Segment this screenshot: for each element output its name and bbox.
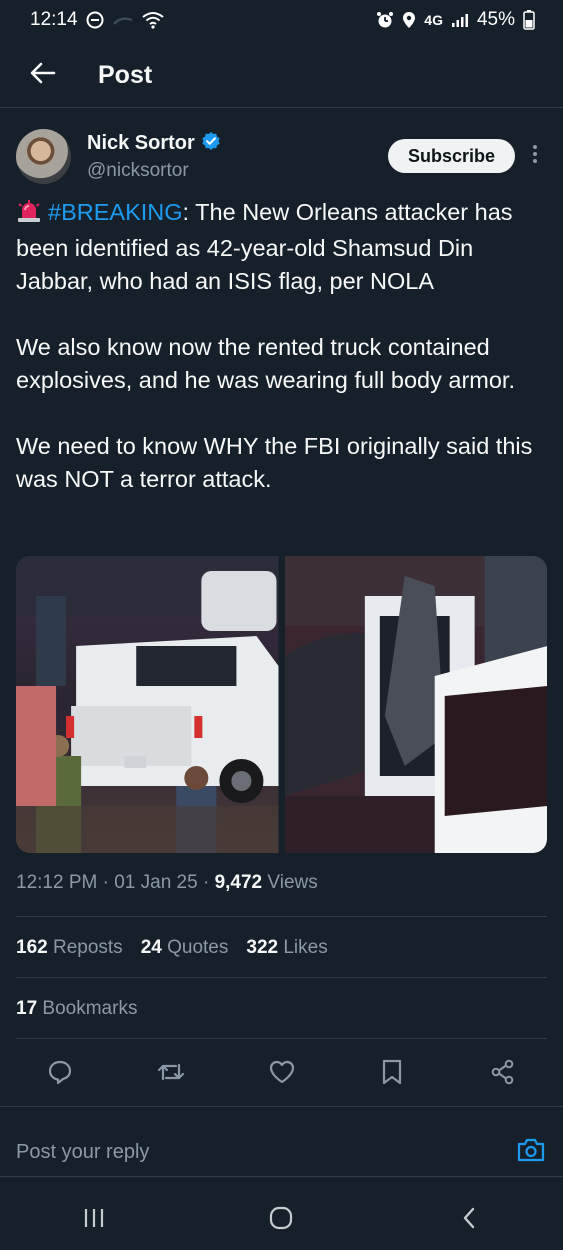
quotes-stat[interactable]: 24 Quotes (141, 937, 229, 959)
bookmarks-label: Bookmarks (42, 998, 138, 1019)
quotes-label: Quotes (167, 937, 229, 958)
divider (16, 916, 547, 917)
wifi-icon (141, 11, 164, 29)
engagement-stats: 162 Reposts 24 Quotes 322 Likes (16, 937, 328, 959)
status-time: 12:14 (30, 9, 78, 30)
reposts-count: 162 (16, 937, 48, 958)
status-bar: 12:14 4G 45% (0, 0, 563, 40)
signal-icon (112, 12, 134, 28)
system-back-button[interactable] (434, 1195, 504, 1245)
reply-icon (47, 1059, 73, 1090)
network-type: 4G (424, 12, 443, 28)
page-title: Post (98, 61, 153, 89)
reply-button[interactable] (44, 1058, 76, 1090)
siren-icon (16, 199, 42, 232)
tweet-paragraph-2: We also know now the rented truck contai… (16, 334, 515, 393)
battery-icon (523, 10, 535, 30)
likes-count: 322 (246, 937, 279, 958)
tweet-paragraph-3: We need to know WHY the FBI originally s… (16, 433, 533, 492)
share-button[interactable] (487, 1058, 519, 1090)
reposts-stat[interactable]: 162 Reposts (16, 937, 123, 959)
home-icon (268, 1205, 294, 1236)
recents-button[interactable] (59, 1195, 129, 1245)
tweet-paragraph-1: #BREAKING: The New Orleans attacker has … (16, 196, 548, 298)
bookmarks-count: 17 (16, 998, 38, 1019)
bookmarks-stat[interactable]: 17 Bookmarks (16, 998, 137, 1020)
likes-label: Likes (283, 937, 328, 958)
bookmark-button[interactable] (376, 1058, 408, 1090)
do-not-disturb-icon (86, 11, 104, 29)
cell-signal-icon (451, 12, 469, 28)
battery-percent: 45% (476, 9, 515, 30)
hashtag-link[interactable]: #BREAKING (48, 199, 183, 225)
divider (0, 1106, 563, 1107)
more-vertical-icon (532, 144, 538, 169)
media-photo-2[interactable] (284, 556, 547, 853)
meta-separator: · (102, 872, 109, 893)
subscribe-button[interactable]: Subscribe (387, 139, 515, 173)
divider (16, 977, 547, 978)
recents-icon (82, 1207, 106, 1234)
heart-icon (268, 1059, 296, 1090)
bookmark-icon (381, 1059, 403, 1090)
views-count: 9,472 (214, 872, 263, 893)
share-icon (490, 1059, 516, 1090)
reply-input[interactable] (16, 1140, 456, 1164)
action-bar (16, 1050, 547, 1098)
tweet-body: #BREAKING: The New Orleans attacker has … (16, 196, 548, 529)
meta-separator: · (202, 872, 210, 893)
tweet-meta: 12:12 PM · 01 Jan 25 · 9,472 Views (16, 872, 318, 894)
avatar[interactable] (16, 128, 71, 184)
bookmarks-stats: 17 Bookmarks (16, 998, 137, 1020)
repost-icon (157, 1059, 185, 1090)
quotes-count: 24 (140, 937, 162, 958)
author-handle[interactable]: @nicksortor (87, 160, 388, 182)
media-photo-1[interactable] (16, 556, 279, 853)
tweet-time: 12:12 PM (16, 872, 98, 893)
alarm-icon (376, 11, 394, 29)
divider (0, 1176, 563, 1177)
camera-button[interactable] (515, 1136, 547, 1168)
divider (16, 1038, 547, 1039)
repost-button[interactable] (155, 1058, 187, 1090)
more-options-button[interactable] (523, 144, 547, 169)
verified-badge-icon (201, 131, 221, 157)
back-button[interactable] (14, 51, 72, 101)
arrow-left-icon (30, 62, 56, 89)
top-bar: Post (0, 44, 563, 108)
tweet-date: 01 Jan 25 (114, 872, 198, 893)
likes-stat[interactable]: 322 Likes (246, 937, 327, 959)
location-icon (402, 11, 416, 29)
author-row: Nick Sortor @nicksortor Subscribe (16, 124, 547, 188)
author-name[interactable]: Nick Sortor (87, 132, 195, 155)
media-gallery (16, 556, 547, 853)
home-button[interactable] (246, 1195, 316, 1245)
system-nav-bar (0, 1190, 563, 1250)
like-button[interactable] (266, 1058, 298, 1090)
chevron-left-icon (461, 1206, 477, 1235)
reply-bar (0, 1128, 563, 1176)
views-label: Views (267, 872, 318, 893)
camera-icon (516, 1137, 546, 1168)
reposts-label: Reposts (52, 937, 123, 958)
